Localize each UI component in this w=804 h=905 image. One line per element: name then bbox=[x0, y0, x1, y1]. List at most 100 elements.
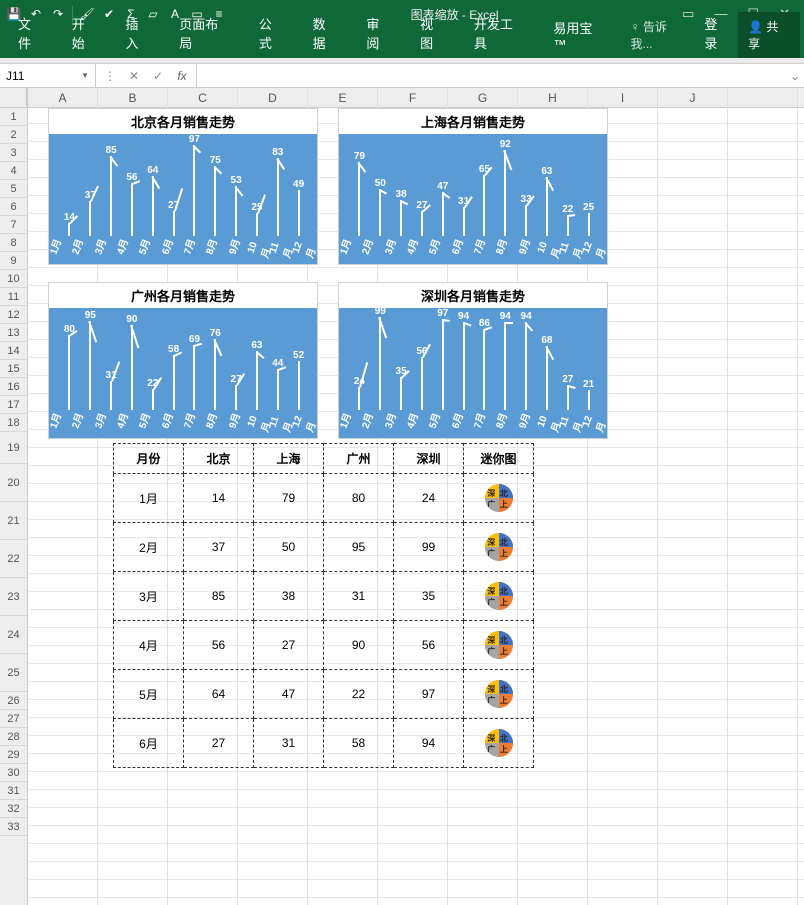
value-cell[interactable]: 85 bbox=[184, 572, 254, 621]
value-cell[interactable]: 50 bbox=[254, 523, 324, 572]
row-header-20[interactable]: 20 bbox=[0, 464, 27, 502]
chart-2[interactable]: 广州各月销售走势8095319022586976276344521月2月3月4月… bbox=[48, 282, 318, 439]
row-header-7[interactable]: 7 bbox=[0, 216, 27, 234]
row-header-1[interactable]: 1 bbox=[0, 108, 27, 126]
chevron-down-icon[interactable]: ▼ bbox=[81, 71, 89, 80]
row-header-29[interactable]: 29 bbox=[0, 746, 27, 764]
value-cell[interactable]: 47 bbox=[254, 670, 324, 719]
table-header[interactable]: 月份 bbox=[114, 444, 184, 474]
table-row[interactable]: 5月64472297北上广深 bbox=[114, 670, 534, 719]
sparkline-cell[interactable]: 北上广深 bbox=[464, 670, 534, 719]
month-cell[interactable]: 6月 bbox=[114, 719, 184, 768]
row-header-22[interactable]: 22 bbox=[0, 540, 27, 578]
value-cell[interactable]: 99 bbox=[394, 523, 464, 572]
row-header-2[interactable]: 2 bbox=[0, 126, 27, 144]
row-header-19[interactable]: 19 bbox=[0, 432, 27, 464]
value-cell[interactable]: 90 bbox=[324, 621, 394, 670]
value-cell[interactable]: 24 bbox=[394, 474, 464, 523]
value-cell[interactable]: 37 bbox=[184, 523, 254, 572]
row-header-4[interactable]: 4 bbox=[0, 162, 27, 180]
tab-formula[interactable]: 公式 bbox=[245, 8, 299, 58]
chart-1[interactable]: 上海各月销售走势7950382747316592336322251月2月3月4月… bbox=[338, 108, 608, 265]
row-header-26[interactable]: 26 bbox=[0, 692, 27, 710]
row-header-32[interactable]: 32 bbox=[0, 800, 27, 818]
value-cell[interactable]: 31 bbox=[324, 572, 394, 621]
expand-formula-icon[interactable]: ⌄ bbox=[786, 64, 804, 87]
enter-icon[interactable]: ✓ bbox=[146, 69, 170, 83]
tab-ezbao[interactable]: 易用宝 ™ bbox=[539, 12, 622, 58]
table-header[interactable]: 北京 bbox=[184, 444, 254, 474]
month-cell[interactable]: 4月 bbox=[114, 621, 184, 670]
sparkline-cell[interactable]: 北上广深 bbox=[464, 719, 534, 768]
table-header[interactable]: 迷你图 bbox=[464, 444, 534, 474]
row-header-15[interactable]: 15 bbox=[0, 360, 27, 378]
value-cell[interactable]: 27 bbox=[184, 719, 254, 768]
value-cell[interactable]: 38 bbox=[254, 572, 324, 621]
tab-review[interactable]: 审阅 bbox=[352, 8, 406, 58]
sparkline-cell[interactable]: 北上广深 bbox=[464, 572, 534, 621]
row-header-13[interactable]: 13 bbox=[0, 324, 27, 342]
month-cell[interactable]: 3月 bbox=[114, 572, 184, 621]
row-header-8[interactable]: 8 bbox=[0, 234, 27, 252]
value-cell[interactable]: 56 bbox=[394, 621, 464, 670]
value-cell[interactable]: 58 bbox=[324, 719, 394, 768]
sparkline-cell[interactable]: 北上广深 bbox=[464, 523, 534, 572]
row-header-25[interactable]: 25 bbox=[0, 654, 27, 692]
row-header-23[interactable]: 23 bbox=[0, 578, 27, 616]
row-header-12[interactable]: 12 bbox=[0, 306, 27, 324]
row-header-28[interactable]: 28 bbox=[0, 728, 27, 746]
row-header-14[interactable]: 14 bbox=[0, 342, 27, 360]
tab-file[interactable]: 文件 bbox=[4, 8, 58, 58]
value-cell[interactable]: 94 bbox=[394, 719, 464, 768]
tab-dev[interactable]: 开发工具 bbox=[460, 8, 540, 58]
month-cell[interactable]: 2月 bbox=[114, 523, 184, 572]
row-header-33[interactable]: 33 bbox=[0, 818, 27, 836]
tab-data[interactable]: 数据 bbox=[299, 8, 353, 58]
row-header-17[interactable]: 17 bbox=[0, 396, 27, 414]
login-button[interactable]: 登录 bbox=[696, 8, 738, 58]
value-cell[interactable]: 79 bbox=[254, 474, 324, 523]
share-button[interactable]: 👤 共享 bbox=[738, 12, 800, 58]
table-header[interactable]: 广州 bbox=[324, 444, 394, 474]
value-cell[interactable]: 56 bbox=[184, 621, 254, 670]
chart-3[interactable]: 深圳各月销售走势2499355697948694946827211月2月3月4月… bbox=[338, 282, 608, 439]
name-box[interactable]: J11 ▼ bbox=[0, 64, 96, 87]
row-header-24[interactable]: 24 bbox=[0, 616, 27, 654]
month-cell[interactable]: 5月 bbox=[114, 670, 184, 719]
cancel-icon[interactable]: ✕ bbox=[122, 69, 146, 83]
table-row[interactable]: 3月85383135北上广深 bbox=[114, 572, 534, 621]
value-cell[interactable]: 14 bbox=[184, 474, 254, 523]
tab-home[interactable]: 开始 bbox=[58, 8, 112, 58]
value-cell[interactable]: 80 bbox=[324, 474, 394, 523]
row-header-5[interactable]: 5 bbox=[0, 180, 27, 198]
row-header-3[interactable]: 3 bbox=[0, 144, 27, 162]
value-cell[interactable]: 31 bbox=[254, 719, 324, 768]
row-header-11[interactable]: 11 bbox=[0, 288, 27, 306]
fx-icon[interactable]: fx bbox=[170, 69, 194, 83]
tab-insert[interactable]: 插入 bbox=[112, 8, 166, 58]
data-table[interactable]: 月份北京上海广州深圳迷你图1月14798024北上广深2月37509599北上广… bbox=[113, 443, 534, 768]
spreadsheet-grid[interactable]: 1234567891011121314151617181920212223242… bbox=[0, 88, 804, 905]
table-row[interactable]: 1月14798024北上广深 bbox=[114, 474, 534, 523]
tell-me-input[interactable]: ♀ 告诉我... bbox=[623, 12, 697, 58]
table-row[interactable]: 6月27315894北上广深 bbox=[114, 719, 534, 768]
row-header-27[interactable]: 27 bbox=[0, 710, 27, 728]
insert-menu-icon[interactable]: ⋮ bbox=[98, 69, 122, 83]
row-header-9[interactable]: 9 bbox=[0, 252, 27, 270]
tab-view[interactable]: 视图 bbox=[406, 8, 460, 58]
value-cell[interactable]: 22 bbox=[324, 670, 394, 719]
row-header-30[interactable]: 30 bbox=[0, 764, 27, 782]
sparkline-cell[interactable]: 北上广深 bbox=[464, 474, 534, 523]
value-cell[interactable]: 27 bbox=[254, 621, 324, 670]
row-header-21[interactable]: 21 bbox=[0, 502, 27, 540]
row-header-6[interactable]: 6 bbox=[0, 198, 27, 216]
table-row[interactable]: 2月37509599北上广深 bbox=[114, 523, 534, 572]
table-row[interactable]: 4月56279056北上广深 bbox=[114, 621, 534, 670]
sparkline-cell[interactable]: 北上广深 bbox=[464, 621, 534, 670]
row-header-18[interactable]: 18 bbox=[0, 414, 27, 432]
value-cell[interactable]: 64 bbox=[184, 670, 254, 719]
value-cell[interactable]: 35 bbox=[394, 572, 464, 621]
row-header-31[interactable]: 31 bbox=[0, 782, 27, 800]
grid-content[interactable]: 北京各月销售走势1437855664279775532583491月2月3月4月… bbox=[28, 108, 804, 905]
row-header-16[interactable]: 16 bbox=[0, 378, 27, 396]
